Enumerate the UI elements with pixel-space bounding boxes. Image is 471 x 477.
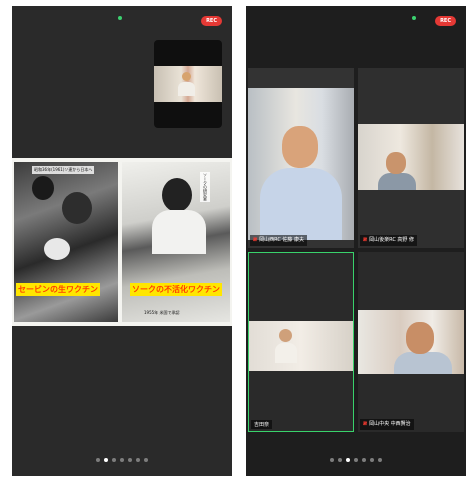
mic-muted-icon: 𝍸 xyxy=(363,421,368,427)
participant-name: 岡山後楽RC 高野 修 xyxy=(369,237,414,243)
right-phone-screen: REC 𝍸 岡山西RC 佐藤 康夫 𝍸 岡山後楽RC 高野 修 吉田奈 𝍸 岡山中央 … xyxy=(246,6,466,476)
participant-name: 岡山西RC 佐藤 康夫 xyxy=(259,237,304,243)
page-dot[interactable] xyxy=(144,458,148,462)
page-dot-active[interactable] xyxy=(346,458,350,462)
page-indicator[interactable] xyxy=(12,447,232,466)
page-dot[interactable] xyxy=(96,458,100,462)
page-dot-active[interactable] xyxy=(104,458,108,462)
vaccine-photo-left: 昭和36年(1961)ソ連から日本へ セービンの生ワクチン xyxy=(14,162,118,322)
person-head xyxy=(182,72,191,81)
participant-tile[interactable]: 𝍸 岡山中央 中西賢治 xyxy=(358,252,464,432)
rec-badge: REC xyxy=(201,16,222,26)
page-indicator[interactable] xyxy=(246,447,466,466)
participant-head xyxy=(406,322,434,354)
page-dot[interactable] xyxy=(120,458,124,462)
mic-muted-icon: 𝍸 xyxy=(363,237,368,243)
camera-indicator-dot xyxy=(118,16,122,20)
rec-badge: REC xyxy=(435,16,456,26)
participant-body xyxy=(378,173,416,190)
camera-indicator-dot xyxy=(412,16,416,20)
page-dot[interactable] xyxy=(112,458,116,462)
photo-caption-bottom: 1955年 米国で承認 xyxy=(144,310,180,315)
participant-name: 岡山中央 中西賢治 xyxy=(369,421,411,427)
participant-body xyxy=(260,168,342,240)
page-dot[interactable] xyxy=(370,458,374,462)
photo-figure xyxy=(44,238,70,260)
participant-head xyxy=(279,329,292,342)
page-dot[interactable] xyxy=(378,458,382,462)
participant-name-tag: 𝍸 岡山中央 中西賢治 xyxy=(360,419,414,430)
vaccine-photo-right: ソークの研究室 ソークの不活化ワクチン 1955年 米国で承認 xyxy=(122,162,230,322)
left-phone-screen: REC 昭和36年(1961)ソ連から日本へ セービンの生ワクチン ソークの研究… xyxy=(12,6,232,476)
participant-head xyxy=(386,152,406,174)
participant-body xyxy=(275,343,297,363)
mic-muted-icon: 𝍸 xyxy=(253,237,258,243)
self-view-video xyxy=(154,66,222,102)
participant-tile-active-speaker[interactable]: 吉田奈 xyxy=(248,252,354,432)
participant-tile[interactable]: 𝍸 岡山西RC 佐藤 康夫 xyxy=(248,68,354,248)
page-dot[interactable] xyxy=(330,458,334,462)
page-dot[interactable] xyxy=(128,458,132,462)
photo-caption-top: ソークの研究室 xyxy=(200,172,210,202)
participant-video xyxy=(249,321,353,371)
participant-tile[interactable]: 𝍸 岡山後楽RC 高野 修 xyxy=(358,68,464,248)
photo-caption-highlight: ソークの不活化ワクチン xyxy=(130,283,222,296)
photo-figure xyxy=(32,176,54,200)
participant-name-tag: 𝍸 岡山後楽RC 高野 修 xyxy=(360,235,417,246)
photo-figure xyxy=(162,178,192,212)
participant-name-tag: 𝍸 岡山西RC 佐藤 康夫 xyxy=(250,235,307,246)
photo-figure xyxy=(62,192,92,224)
page-dot[interactable] xyxy=(136,458,140,462)
shared-screen-content[interactable]: 昭和36年(1961)ソ連から日本へ セービンの生ワクチン ソークの研究室 ソー… xyxy=(12,158,232,326)
participant-name: 吉田奈 xyxy=(254,422,270,428)
page-dot[interactable] xyxy=(338,458,342,462)
page-dot[interactable] xyxy=(362,458,366,462)
photo-caption-highlight: セービンの生ワクチン xyxy=(16,283,100,296)
person-body xyxy=(178,82,195,96)
participant-body xyxy=(394,352,452,374)
photo-figure xyxy=(152,210,206,254)
self-view-thumbnail[interactable] xyxy=(154,40,222,128)
photo-caption-top: 昭和36年(1961)ソ連から日本へ xyxy=(32,166,95,174)
participant-name-tag: 吉田奈 xyxy=(251,420,273,429)
participant-head xyxy=(282,126,318,168)
page-dot[interactable] xyxy=(354,458,358,462)
